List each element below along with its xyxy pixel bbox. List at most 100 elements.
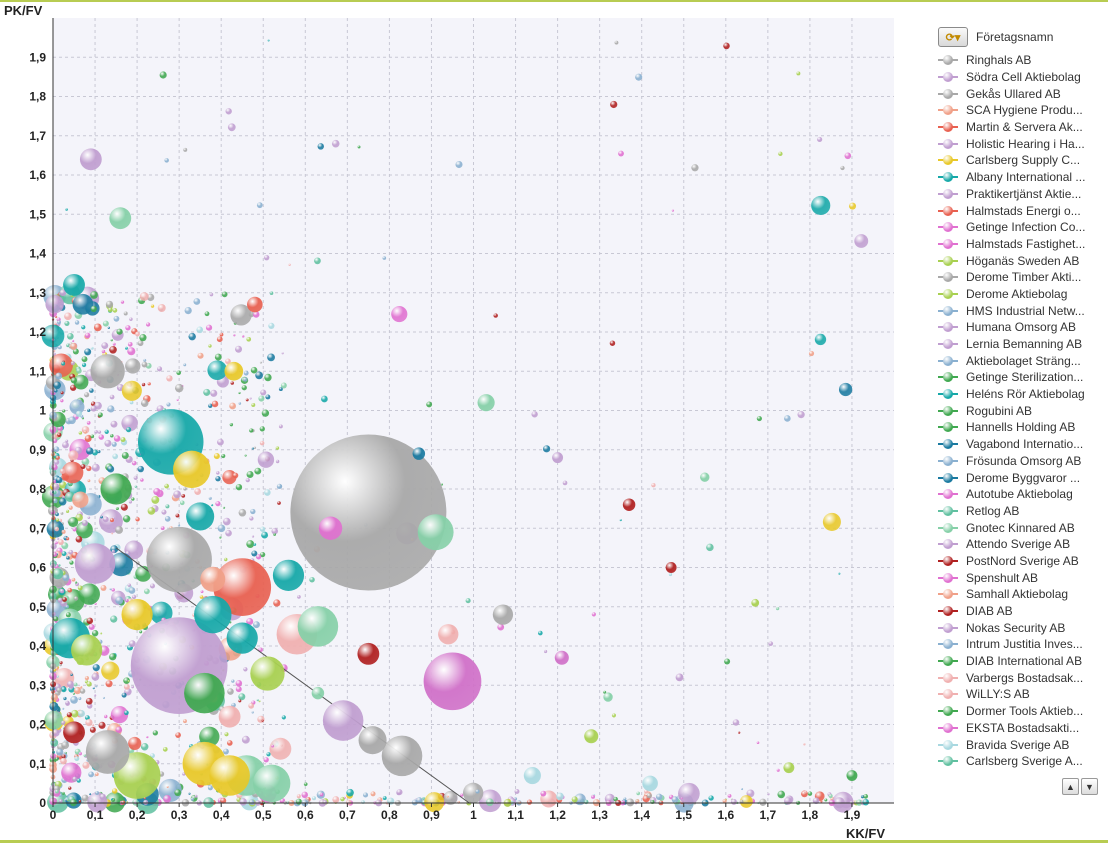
bubble[interactable] (226, 622, 258, 654)
bubble[interactable] (783, 762, 795, 774)
legend-item[interactable]: Rogubini AB (938, 402, 1103, 419)
legend-item[interactable]: Gekås Ullared AB (938, 85, 1103, 102)
bubble[interactable] (247, 296, 263, 313)
legend-item[interactable]: Nokas Security AB (938, 619, 1103, 636)
bubble[interactable] (423, 652, 482, 711)
legend-item[interactable]: SCA Hygiene Produ... (938, 102, 1103, 119)
legend-item[interactable]: Heléns Rör Aktiebolag (938, 386, 1103, 403)
bubble[interactable] (412, 447, 426, 460)
bubble[interactable] (252, 764, 291, 803)
bubble[interactable] (63, 273, 85, 296)
bubble[interactable] (209, 755, 250, 796)
cycle-colors-button[interactable]: ⟳▾ (938, 27, 968, 47)
legend-item[interactable]: Derome Timber Akti... (938, 269, 1103, 286)
bubble[interactable] (109, 207, 132, 230)
bubble[interactable] (121, 599, 153, 631)
bubble[interactable] (63, 721, 85, 744)
legend-item[interactable]: Albany International ... (938, 169, 1103, 186)
bubble-mark (824, 798, 828, 802)
legend-item[interactable]: Vagabond Internatio... (938, 436, 1103, 453)
legend-item[interactable]: Carlsberg Sverige A... (938, 753, 1103, 770)
bubble[interactable] (603, 692, 613, 702)
legend-item[interactable]: Praktikertjänst Aktie... (938, 186, 1103, 203)
legend-item[interactable]: Holistic Hearing i Ha... (938, 135, 1103, 152)
legend-item[interactable]: Retlog AB (938, 503, 1103, 520)
bubble[interactable] (675, 673, 684, 682)
bubble[interactable] (74, 543, 116, 584)
bubble[interactable] (751, 598, 760, 607)
bubble[interactable] (297, 606, 339, 647)
legend-scroll-down-button[interactable]: ▼ (1081, 778, 1098, 795)
legend-item[interactable]: Höganäs Sweden AB (938, 252, 1103, 269)
legend-item[interactable]: Attendo Sverige AB (938, 536, 1103, 553)
bubble[interactable] (642, 775, 658, 792)
bubble[interactable] (173, 450, 211, 489)
legend-item[interactable]: Getinge Sterilization... (938, 369, 1103, 386)
legend-item[interactable]: PostNord Sverige AB (938, 553, 1103, 570)
bubble[interactable] (79, 148, 102, 171)
legend-item[interactable]: Samhall Aktiebolag (938, 586, 1103, 603)
bubble[interactable] (492, 604, 514, 625)
legend-item[interactable]: DIAB International AB (938, 653, 1103, 670)
legend-item[interactable]: HMS Industrial Netw... (938, 302, 1103, 319)
bubble[interactable] (71, 634, 103, 666)
legend-item[interactable]: Halmstads Fastighet... (938, 236, 1103, 253)
bubble[interactable] (322, 700, 364, 741)
legend-item[interactable]: Dormer Tools Aktieb... (938, 703, 1103, 720)
bubble[interactable] (186, 502, 215, 531)
bubble[interactable] (552, 452, 564, 464)
bubble-mark (72, 293, 94, 315)
legend-item[interactable]: Gnotec Kinnared AB (938, 519, 1103, 536)
bubble[interactable] (665, 562, 677, 573)
legend-item[interactable]: DIAB AB (938, 603, 1103, 620)
legend-item[interactable]: Derome Byggvaror ... (938, 469, 1103, 486)
legend-item[interactable]: Varbergs Bostadsak... (938, 669, 1103, 686)
bubble-mark (540, 790, 547, 797)
legend-item[interactable]: Frösunda Omsorg AB (938, 453, 1103, 470)
bubble[interactable] (100, 473, 132, 505)
bubble[interactable] (622, 498, 636, 511)
legend-item[interactable]: Getinge Infection Co... (938, 219, 1103, 236)
bubble[interactable] (523, 766, 541, 785)
bubble[interactable] (357, 642, 380, 665)
bubble[interactable] (224, 361, 244, 381)
bubble[interactable] (358, 726, 387, 755)
legend-item[interactable]: Derome Aktiebolag (938, 286, 1103, 303)
bubble[interactable] (90, 354, 125, 389)
bubble[interactable] (311, 686, 325, 700)
legend-item[interactable]: Autotube Aktiebolag (938, 486, 1103, 503)
legend-item[interactable]: Hannells Holding AB (938, 419, 1103, 436)
bubble-mark (87, 408, 91, 412)
bubble[interactable] (477, 394, 495, 412)
bubble[interactable] (85, 730, 130, 774)
legend-item[interactable]: Intrum Justitia Inves... (938, 636, 1103, 653)
bubble[interactable] (218, 705, 241, 728)
legend-item[interactable]: Spenshult AB (938, 569, 1103, 586)
bubble[interactable] (438, 624, 459, 645)
bubble[interactable] (846, 770, 858, 781)
bubble[interactable] (194, 595, 232, 634)
legend-item[interactable]: Martin & Servera Ak... (938, 119, 1103, 136)
legend-item[interactable]: Lernia Bemanning AB (938, 336, 1103, 353)
legend-item[interactable]: Humana Omsorg AB (938, 319, 1103, 336)
bubble[interactable] (381, 735, 423, 777)
legend-item[interactable]: Bravida Sverige AB (938, 736, 1103, 753)
bubble-mark (84, 676, 90, 681)
legend-item[interactable]: WiLLY:S AB (938, 686, 1103, 703)
legend-item[interactable]: Ringhals AB (938, 52, 1103, 69)
bubble[interactable] (272, 559, 305, 591)
bubble[interactable] (700, 472, 710, 482)
bubble[interactable] (554, 650, 569, 665)
legend-item[interactable]: Södra Cell Aktiebolag (938, 69, 1103, 86)
legend-item[interactable]: Carlsberg Supply C... (938, 152, 1103, 169)
legend-item[interactable]: EKSTA Bostadsakti... (938, 720, 1103, 737)
legend-item[interactable]: Halmstads Energi o... (938, 202, 1103, 219)
bubble[interactable] (584, 729, 599, 744)
legend-scroll-up-button[interactable]: ▲ (1062, 778, 1079, 795)
legend-item[interactable]: Aktiebolaget Sträng... (938, 352, 1103, 369)
bubble[interactable] (200, 566, 226, 592)
bubble[interactable] (417, 514, 454, 551)
bubble[interactable] (250, 656, 285, 691)
bubble[interactable] (318, 516, 343, 540)
bubble[interactable] (184, 672, 225, 714)
